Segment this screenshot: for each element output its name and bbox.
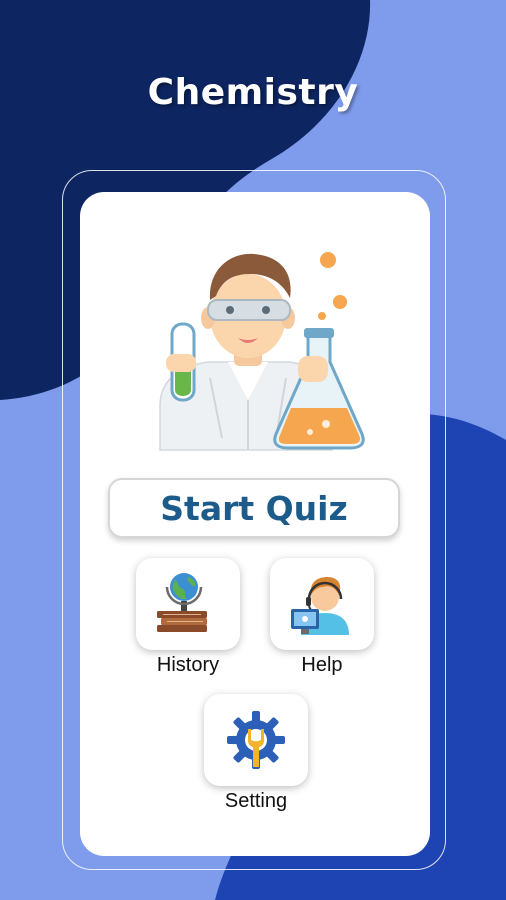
history-button[interactable] <box>136 558 240 650</box>
app-title: Chemistry <box>147 72 359 113</box>
history-label: History <box>156 654 220 676</box>
chemist-icon <box>159 252 365 451</box>
setting-label: Setting <box>224 790 288 812</box>
help-label: Help <box>301 654 343 676</box>
gear-wrench-icon <box>227 711 285 769</box>
setting-button[interactable] <box>204 694 308 786</box>
globe-books-icon <box>157 573 207 632</box>
help-button[interactable] <box>270 558 374 650</box>
start-quiz-button[interactable]: Start Quiz <box>108 478 400 538</box>
support-agent-icon <box>291 577 349 635</box>
